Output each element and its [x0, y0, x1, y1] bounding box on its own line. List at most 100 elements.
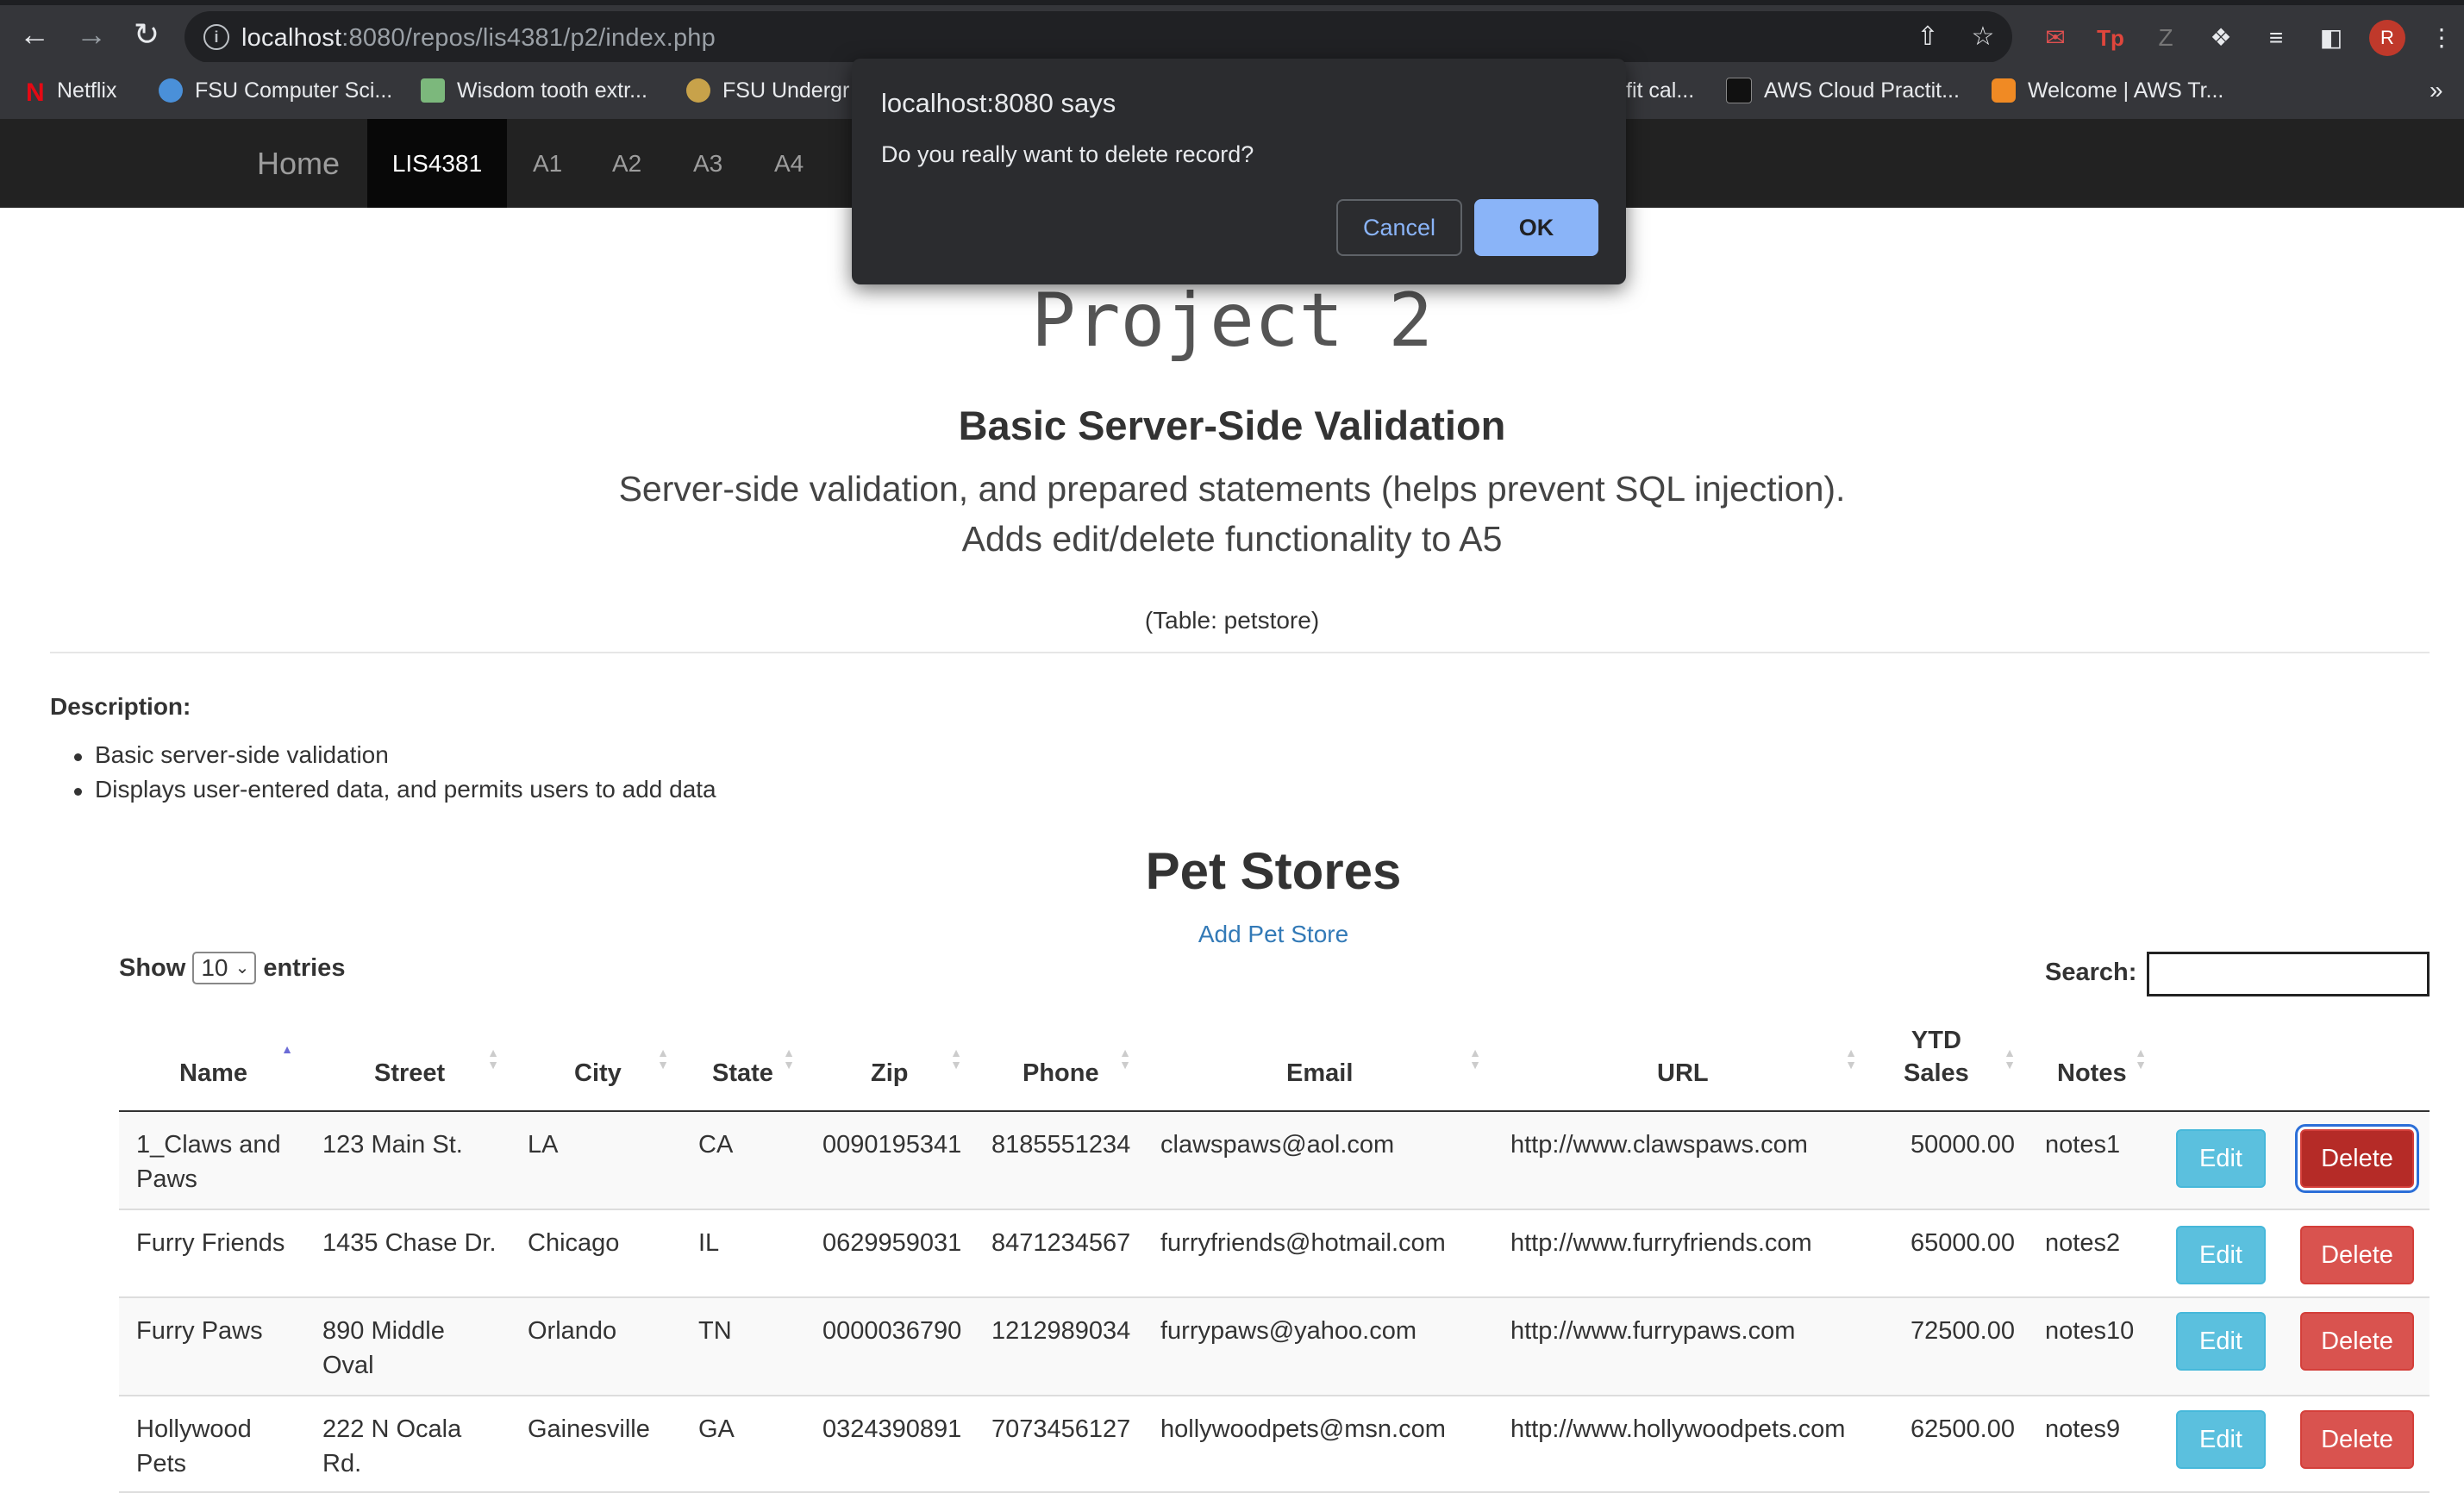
col-header-ytd-line1: YTD	[1911, 1027, 1961, 1054]
nav-item-a4[interactable]: A4	[774, 119, 804, 208]
nav-item-lis4381[interactable]: LIS4381	[367, 119, 507, 208]
col-header-street[interactable]: Street	[374, 1057, 445, 1090]
edit-button[interactable]: Edit	[2176, 1226, 2266, 1284]
cell-street: 123 Main St.	[322, 1131, 463, 1159]
page-size-value: 10	[201, 954, 228, 981]
add-pet-store-link[interactable]: Add Pet Store	[0, 921, 2464, 948]
media-queue-icon[interactable]: ≡	[2259, 21, 2293, 55]
cell-notes: notes9	[2045, 1415, 2121, 1443]
address-bar[interactable]: i localhost:8080/repos/lis4381/p2/index.…	[184, 11, 2012, 63]
menu-kebab-icon[interactable]: ⋮	[2424, 21, 2459, 55]
cell-ytd-sales: 62500.00	[1911, 1415, 2015, 1443]
petstores-heading: Pet Stores	[1145, 842, 1402, 900]
cell-email: furryfriends@hotmail.com	[1160, 1229, 1446, 1257]
sort-icon: ▲ ▼	[2004, 1046, 2016, 1071]
extension-mail-icon[interactable]: ✉	[2038, 21, 2073, 55]
bookmark-netflix[interactable]: N Netflix	[26, 76, 117, 108]
nav-home-link[interactable]: Home	[257, 119, 340, 208]
list-item: Displays user-entered data, and permits …	[74, 776, 716, 810]
bookmark-star-icon[interactable]: ☆	[1967, 22, 1998, 53]
bookmark-label: AWS Cloud Practit...	[1764, 78, 1960, 103]
sort-asc-icon: ▲	[281, 1042, 293, 1056]
col-header-notes[interactable]: Notes	[2057, 1057, 2127, 1090]
page-size-select[interactable]: 10 ⌄	[192, 952, 257, 984]
bookmark-label: Netflix	[57, 78, 117, 103]
cell-name: Furry Friends	[136, 1229, 285, 1257]
sort-icon: ▲ ▼	[1469, 1046, 1481, 1071]
cell-url: http://www.hollywoodpets.com	[1510, 1415, 1846, 1443]
table-row: 1_Claws and Paws 123 Main St. LA CA 00901…	[119, 1112, 2430, 1210]
edit-button[interactable]: Edit	[2176, 1312, 2266, 1371]
delete-button[interactable]: Delete	[2300, 1129, 2414, 1188]
extension-tp-icon[interactable]: Tp	[2093, 21, 2128, 55]
cell-ytd-sales: 50000.00	[1911, 1131, 2015, 1159]
cell-zip: 0324390891	[822, 1415, 962, 1443]
back-arrow-icon[interactable]: ←	[14, 14, 55, 55]
sort-icon: ▲ ▼	[950, 1046, 962, 1071]
cell-phone: 8185551234	[991, 1131, 1131, 1159]
pattern-icon	[421, 78, 445, 103]
delete-button[interactable]: Delete	[2300, 1312, 2414, 1371]
table-row: Furry Paws 890 Middle Oval Orlando TN 000…	[119, 1298, 2430, 1396]
bookmark-aws-cloud[interactable]: AWS Cloud Practit...	[1726, 76, 1960, 105]
cell-state: TN	[698, 1317, 732, 1345]
sort-icon: ▲ ▼	[657, 1046, 669, 1071]
nav-item-a2[interactable]: A2	[612, 119, 641, 208]
extensions-puzzle-icon[interactable]: ❖	[2204, 21, 2238, 55]
ok-button[interactable]: OK	[1474, 199, 1598, 256]
cell-name: 1_Claws and Paws	[136, 1131, 281, 1193]
side-panel-icon[interactable]: ◧	[2314, 21, 2348, 55]
cell-street: 890 Middle Oval	[322, 1317, 445, 1379]
cell-city: LA	[528, 1131, 559, 1159]
reload-icon[interactable]: ↻	[126, 14, 167, 55]
col-header-city[interactable]: City	[574, 1057, 622, 1090]
netflix-icon: N	[26, 78, 45, 107]
divider	[50, 652, 2430, 653]
col-header-state[interactable]: State	[712, 1057, 773, 1090]
bookmark-fsu-cs[interactable]: FSU Computer Sci...	[159, 76, 392, 105]
col-header-ytd-sales[interactable]: YTD Sales	[1904, 1024, 1969, 1090]
col-header-url[interactable]: URL	[1657, 1057, 1709, 1090]
cell-city: Chicago	[528, 1229, 620, 1257]
lead-line-2: Adds edit/delete functionality to A5	[961, 519, 1503, 559]
bookmarks-overflow-icon[interactable]: »	[2430, 76, 2443, 105]
bookmark-fit-calc[interactable]: fit cal...	[1626, 76, 1694, 105]
seal-icon	[686, 78, 710, 103]
cell-ytd-sales: 72500.00	[1911, 1317, 2015, 1345]
cancel-button[interactable]: Cancel	[1336, 199, 1462, 256]
edit-button[interactable]: Edit	[2176, 1129, 2266, 1188]
address-url[interactable]: localhost:8080/repos/lis4381/p2/index.ph…	[241, 24, 716, 53]
table-note: (Table: petstore)	[1144, 607, 1320, 634]
forward-arrow-icon[interactable]: →	[71, 14, 112, 55]
profile-avatar[interactable]: R	[2369, 20, 2405, 56]
bookmark-wisdom-tooth[interactable]: Wisdom tooth extr...	[421, 76, 647, 105]
col-header-zip[interactable]: Zip	[871, 1057, 909, 1090]
extension-z-icon[interactable]: Z	[2148, 21, 2183, 55]
entries-label: entries	[263, 953, 346, 982]
search-input[interactable]	[2147, 952, 2430, 996]
search-label: Search:	[2045, 959, 2137, 986]
list-item: Basic server-side validation	[74, 741, 716, 776]
bookmark-fsu-undergrad[interactable]: FSU Undergr	[686, 76, 849, 105]
col-header-email[interactable]: Email	[1286, 1057, 1353, 1090]
delete-button[interactable]: Delete	[2300, 1226, 2414, 1284]
cell-zip: 0090195341	[822, 1131, 962, 1159]
lead-line-1: Server-side validation, and prepared sta…	[618, 469, 1846, 509]
sort-icon: ▲ ▼	[2135, 1046, 2147, 1071]
col-header-name[interactable]: Name	[179, 1057, 247, 1090]
site-info-icon[interactable]: i	[203, 24, 229, 50]
page-title: Project 2	[1031, 278, 1433, 364]
col-header-phone[interactable]: Phone	[1022, 1057, 1099, 1090]
cell-url: http://www.clawspaws.com	[1510, 1131, 1808, 1159]
browser-toolbar: ← → ↻ i localhost:8080/repos/lis4381/p2/…	[0, 5, 2464, 63]
bookmark-aws-training[interactable]: Welcome | AWS Tr...	[1992, 76, 2223, 105]
nav-item-a1[interactable]: A1	[533, 119, 562, 208]
cell-phone: 1212989034	[991, 1317, 1131, 1345]
bookmark-label: Wisdom tooth extr...	[457, 78, 647, 103]
cell-notes: notes2	[2045, 1229, 2121, 1257]
share-icon[interactable]: ⇧	[1912, 22, 1943, 53]
delete-button[interactable]: Delete	[2300, 1410, 2414, 1469]
nav-item-a3[interactable]: A3	[693, 119, 722, 208]
edit-button[interactable]: Edit	[2176, 1410, 2266, 1469]
sort-icon: ▲ ▼	[487, 1046, 499, 1071]
